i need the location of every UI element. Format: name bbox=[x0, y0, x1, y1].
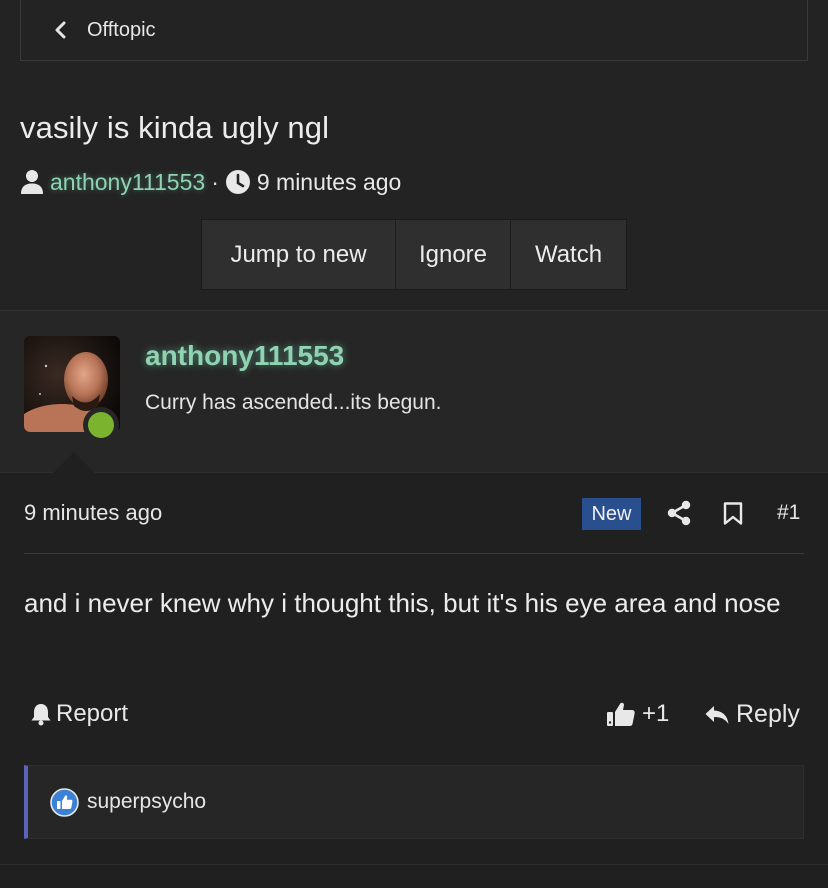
breadcrumb-label[interactable]: Offtopic bbox=[87, 19, 156, 42]
reactions-bar[interactable]: superpsycho bbox=[24, 765, 804, 839]
like-count: +1 bbox=[642, 700, 670, 727]
report-label: Report bbox=[56, 700, 129, 727]
thread-meta: anthony111553 · 9 minutes ago bbox=[20, 166, 401, 198]
like-button[interactable]: +1 bbox=[606, 700, 669, 728]
post-body: and i never knew why i thought this, but… bbox=[24, 588, 781, 618]
reply-icon bbox=[705, 705, 729, 724]
post-time[interactable]: 9 minutes ago bbox=[24, 500, 162, 526]
divider bbox=[0, 864, 828, 865]
reply-label: Reply bbox=[736, 700, 800, 728]
user-icon bbox=[21, 170, 43, 194]
report-button[interactable]: Report bbox=[30, 700, 128, 728]
breadcrumb[interactable]: Offtopic bbox=[20, 0, 808, 61]
chevron-left-icon bbox=[55, 21, 66, 39]
thread-time: 9 minutes ago bbox=[256, 168, 402, 195]
thread-actions: Jump to new Ignore Watch bbox=[201, 219, 627, 290]
like-reaction-icon bbox=[50, 787, 79, 817]
reaction-user-link[interactable]: superpsycho bbox=[87, 790, 206, 814]
divider bbox=[24, 553, 804, 554]
reply-button[interactable]: Reply bbox=[704, 700, 800, 729]
message-notch bbox=[52, 452, 96, 474]
bookmark-icon[interactable] bbox=[723, 502, 743, 525]
watch-button[interactable]: Watch bbox=[511, 220, 626, 289]
share-icon[interactable] bbox=[667, 500, 691, 526]
bell-icon bbox=[31, 704, 51, 726]
meta-separator: · bbox=[211, 168, 219, 195]
new-badge: New bbox=[582, 498, 641, 530]
thread-author-link[interactable]: anthony111553 bbox=[50, 169, 205, 196]
user-title: Curry has ascended...its begun. bbox=[145, 391, 442, 414]
online-status-indicator bbox=[83, 407, 119, 443]
page-title: vasily is kinda ugly ngl bbox=[20, 110, 330, 145]
thumbs-up-icon bbox=[607, 702, 635, 726]
post-username[interactable]: anthony111553 bbox=[145, 340, 344, 372]
post-number-link[interactable]: #1 bbox=[777, 501, 800, 525]
ignore-button[interactable]: Ignore bbox=[396, 220, 511, 289]
jump-to-new-button[interactable]: Jump to new bbox=[202, 220, 396, 289]
clock-icon bbox=[225, 170, 250, 194]
